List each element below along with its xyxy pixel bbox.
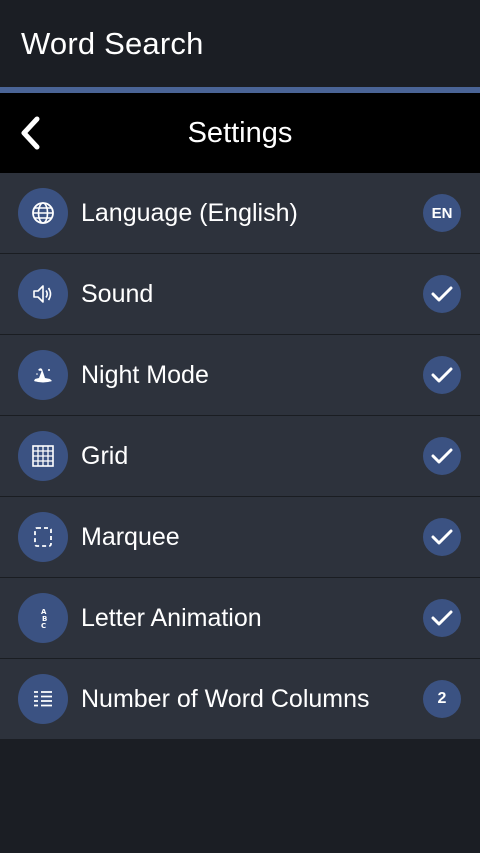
app-screen: Word Search Settings Language (English) … (0, 0, 480, 853)
marquee-icon (18, 512, 68, 562)
setting-label-sound: Sound (81, 279, 154, 308)
app-bar: Word Search (0, 0, 480, 87)
setting-row-night-mode[interactable]: Night Mode (0, 335, 480, 416)
setting-label-language: Language (English) (81, 198, 298, 227)
globe-icon (18, 188, 68, 238)
setting-row-language[interactable]: Language (English) EN (0, 173, 480, 254)
checkmark-icon (431, 447, 453, 465)
checkmark-icon (431, 285, 453, 303)
back-button[interactable] (12, 113, 48, 153)
setting-label-marquee: Marquee (81, 522, 180, 551)
settings-header: Settings (0, 93, 480, 173)
grid-check-toggle[interactable] (423, 437, 461, 475)
setting-label-night-mode: Night Mode (81, 360, 209, 389)
sound-check-toggle[interactable] (423, 275, 461, 313)
checkmark-icon (431, 366, 453, 384)
setting-row-marquee[interactable]: Marquee (0, 497, 480, 578)
svg-text:C: C (41, 622, 46, 630)
setting-label-word-columns: Number of Word Columns (81, 684, 370, 713)
language-badge: EN (423, 194, 461, 232)
checkmark-icon (431, 528, 453, 546)
columns-icon (18, 674, 68, 724)
page-title: Settings (187, 116, 293, 149)
app-title: Word Search (21, 25, 204, 61)
marquee-check-toggle[interactable] (423, 518, 461, 556)
letter-animation-icon: A B C (18, 593, 68, 643)
grid-icon (18, 431, 68, 481)
setting-label-letter-animation: Letter Animation (81, 603, 262, 632)
chevron-left-icon (17, 115, 43, 151)
word-columns-badge: 2 (423, 680, 461, 718)
night-mode-check-toggle[interactable] (423, 356, 461, 394)
settings-list: Language (English) EN Sound Night Mode G… (0, 173, 480, 739)
setting-row-word-columns[interactable]: Number of Word Columns 2 (0, 659, 480, 739)
setting-row-sound[interactable]: Sound (0, 254, 480, 335)
letter-animation-check-toggle[interactable] (423, 599, 461, 637)
speaker-icon (18, 269, 68, 319)
setting-label-grid: Grid (81, 441, 129, 470)
checkmark-icon (431, 609, 453, 627)
setting-row-grid[interactable]: Grid (0, 416, 480, 497)
setting-row-letter-animation[interactable]: A B C Letter Animation (0, 578, 480, 659)
witch-hat-icon (18, 350, 68, 400)
